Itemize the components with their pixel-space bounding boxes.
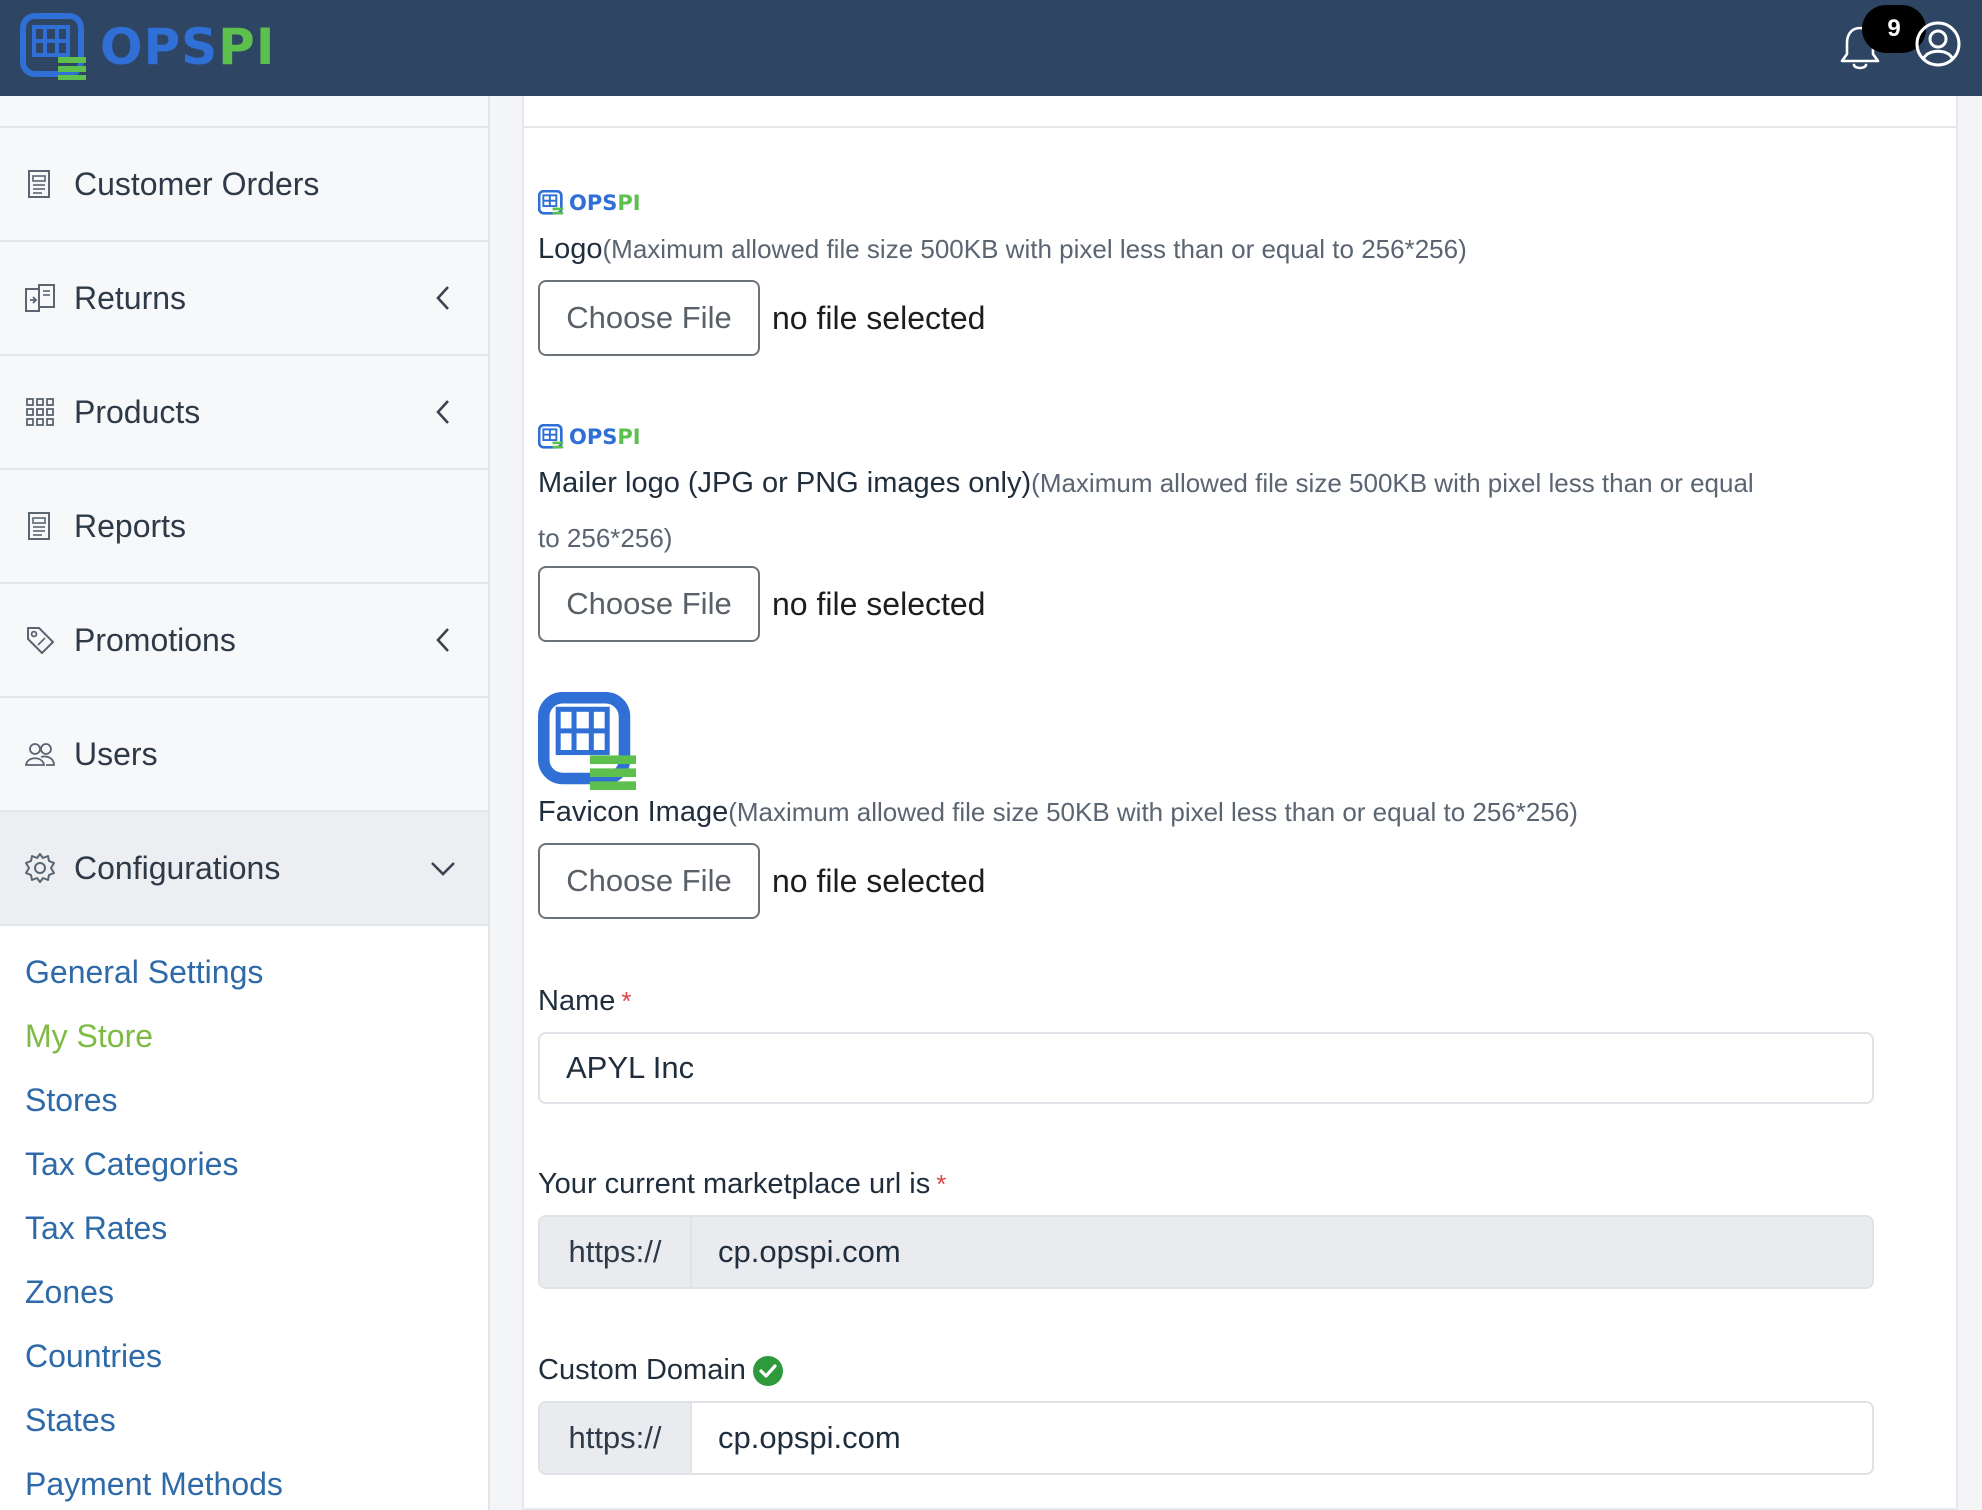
sidebar-item-label: Reports	[74, 507, 187, 544]
submenu-general-settings[interactable]: General Settings	[25, 940, 488, 1004]
sidebar-item-promotions[interactable]: Promotions	[0, 584, 488, 698]
mailer-logo-label: Mailer logo (JPG or PNG images only)(Max…	[538, 467, 1754, 499]
sidebar-item-reports[interactable]: Reports	[0, 470, 488, 584]
name-field: Name * APYL Inc	[538, 970, 1938, 1104]
favicon-preview-icon	[538, 692, 636, 790]
url-prefix: https://	[540, 1403, 692, 1473]
gear-icon	[24, 852, 56, 884]
submenu-stores[interactable]: Stores	[25, 1068, 488, 1132]
submenu-states[interactable]: States	[25, 1388, 488, 1452]
sidebar-item-label: Configurations	[74, 849, 281, 886]
brand-logo[interactable]: OPSPI	[20, 12, 275, 82]
favicon-choose-file-button[interactable]: Choose File	[538, 843, 760, 919]
sidebar-top-strip	[0, 96, 488, 128]
custom-domain-input-group: https:// cp.opspi.com	[538, 1401, 1874, 1475]
mailer-logo-file-status: no file selected	[772, 585, 986, 622]
marketplace-url-field: Your current marketplace url is * https:/…	[538, 1153, 1938, 1289]
sidebar-item-returns[interactable]: Returns	[0, 242, 488, 356]
name-input[interactable]: APYL Inc	[538, 1032, 1874, 1104]
grid-icon	[24, 396, 56, 428]
mailer-logo-note-continued: to 256*256)	[538, 523, 673, 553]
users-icon	[24, 738, 56, 770]
logo-choose-file-button[interactable]: Choose File	[538, 280, 760, 356]
opspi-logo-icon	[538, 424, 564, 449]
user-circle-icon[interactable]	[1914, 20, 1962, 68]
favicon-label: Favicon Image(Maximum allowed file size …	[538, 796, 1578, 828]
logo-label: Logo(Maximum allowed file size 500KB wit…	[538, 233, 1467, 265]
opspi-logo-icon	[538, 190, 564, 215]
mailer-logo-file-input: Choose File no file selected	[538, 566, 1938, 642]
marketplace-url-input: cp.opspi.com	[692, 1217, 1872, 1287]
sidebar-item-label: Users	[74, 735, 158, 772]
sidebar: Customer Orders Returns Products Reports…	[0, 96, 490, 1510]
returns-icon	[24, 282, 56, 314]
sidebar-item-label: Customer Orders	[74, 165, 320, 202]
name-label: Name *	[538, 985, 632, 1017]
document-icon	[24, 168, 56, 200]
chevron-left-icon	[436, 628, 449, 652]
submenu-tax-rates[interactable]: Tax Rates	[25, 1196, 488, 1260]
submenu-zones[interactable]: Zones	[25, 1260, 488, 1324]
marketplace-url-label: Your current marketplace url is *	[538, 1168, 947, 1200]
submenu-payment-methods[interactable]: Payment Methods	[25, 1452, 488, 1510]
required-mark: *	[621, 986, 632, 1016]
sidebar-item-label: Returns	[74, 279, 187, 316]
logo-file-status: no file selected	[772, 299, 986, 336]
mailer-logo-field: OPSPI Mailer logo (JPG or PNG images onl…	[538, 422, 1938, 642]
custom-domain-field: Custom Domain https:// cp.opspi.com	[538, 1339, 1938, 1475]
sidebar-item-customer-orders[interactable]: Customer Orders	[0, 128, 488, 242]
chevron-down-icon	[431, 862, 455, 876]
favicon-file-input: Choose File no file selected	[538, 843, 1938, 919]
sidebar-item-configurations[interactable]: Configurations	[0, 812, 488, 926]
favicon-field: Favicon Image(Maximum allowed file size …	[538, 692, 1938, 919]
custom-domain-input[interactable]: cp.opspi.com	[692, 1403, 1872, 1473]
required-mark: *	[936, 1169, 947, 1199]
sidebar-item-users[interactable]: Users	[0, 698, 488, 812]
mailer-logo-preview: OPSPI	[538, 422, 1938, 452]
submenu-countries[interactable]: Countries	[25, 1324, 488, 1388]
sidebar-item-label: Products	[74, 393, 201, 430]
logo-preview: OPSPI	[538, 188, 1938, 218]
configurations-submenu: General Settings My Store Stores Tax Cat…	[0, 926, 488, 1510]
sidebar-item-label: Promotions	[74, 621, 236, 658]
verified-check-icon	[752, 1356, 783, 1387]
logo-file-input: Choose File no file selected	[538, 280, 1938, 356]
sidebar-item-products[interactable]: Products	[0, 356, 488, 470]
logo-field: OPSPI Logo(Maximum allowed file size 500…	[538, 188, 1938, 356]
tag-icon	[24, 624, 56, 656]
chevron-left-icon	[436, 286, 449, 310]
card-divider	[524, 126, 1956, 128]
opspi-logo-icon	[20, 13, 86, 80]
submenu-tax-categories[interactable]: Tax Categories	[25, 1132, 488, 1196]
submenu-my-store[interactable]: My Store	[25, 1004, 488, 1068]
custom-domain-label: Custom Domain	[538, 1339, 1938, 1401]
favicon-file-status: no file selected	[772, 862, 986, 899]
mailer-logo-choose-file-button[interactable]: Choose File	[538, 566, 760, 642]
brand-name: OPSPI	[100, 18, 276, 76]
top-bar: OPSPI 9	[0, 0, 1982, 96]
url-prefix: https://	[540, 1217, 692, 1287]
marketplace-url-input-group: https:// cp.opspi.com	[538, 1215, 1874, 1289]
chevron-left-icon	[436, 400, 449, 424]
document-icon	[24, 510, 56, 542]
